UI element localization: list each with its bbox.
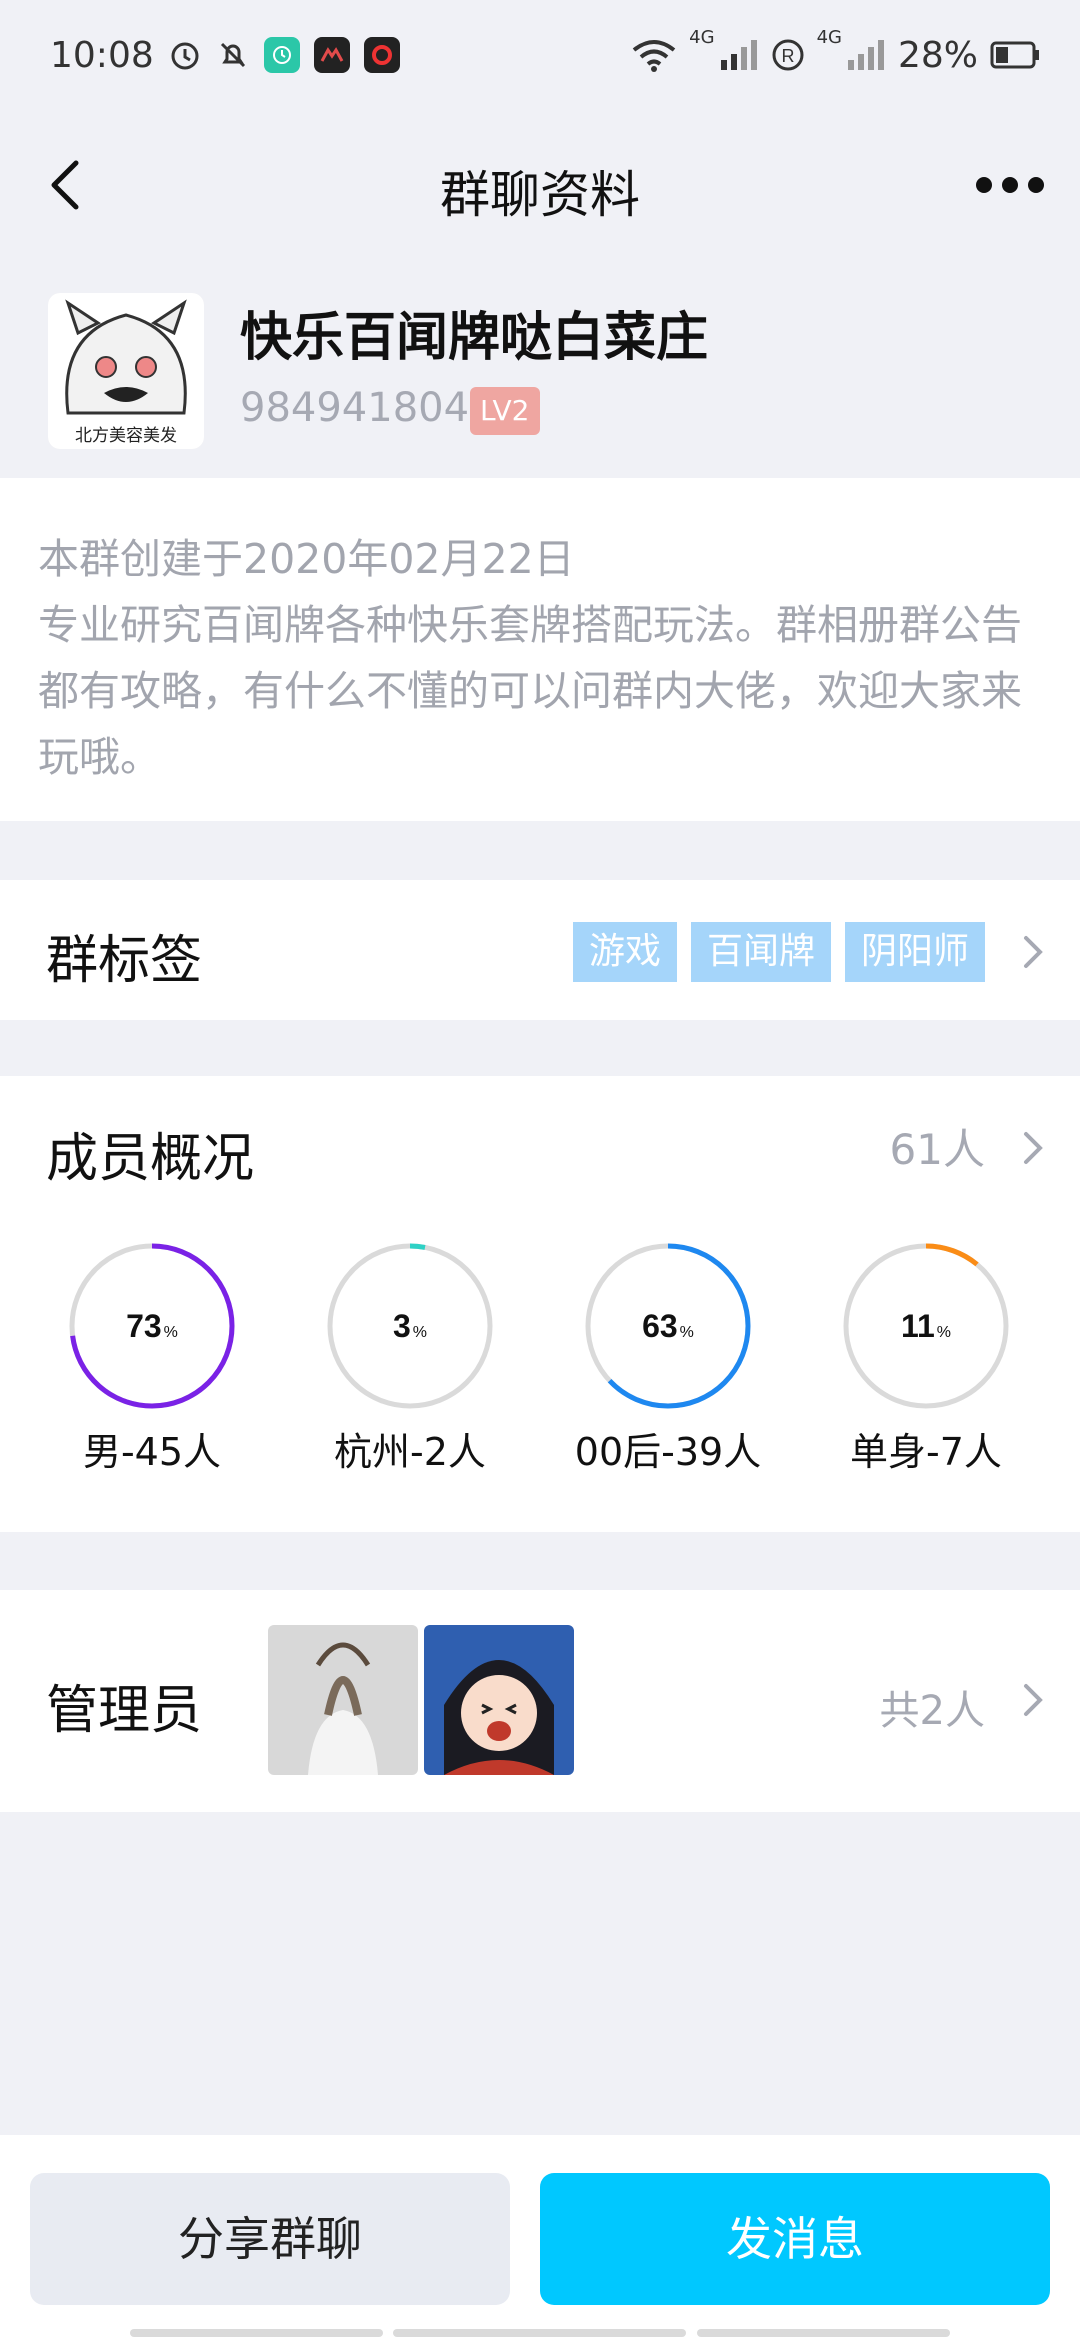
more-options-button[interactable] [970,165,1050,205]
app-notification-icon [263,37,300,73]
tag-chip: 阴阳师 [844,922,985,982]
chevron-right-icon [1024,1684,1043,1716]
network-type-1: 4G [689,26,715,48]
member-stat-single: 11% 单身-7人 [796,1241,1056,1476]
progress-ring: 11% [843,1243,1009,1409]
chevron-right-icon [1024,1132,1043,1164]
group-avatar-image: 北方美容美发 [48,293,204,449]
group-tags-row[interactable]: 群标签 游戏 百闻牌 阴阳师 [0,880,1080,1020]
ring-label: 男-45人 [82,1430,222,1474]
tag-list: 游戏 百闻牌 阴阳师 [572,922,985,982]
progress-ring: 63% [585,1243,751,1409]
group-intro-text: 本群创建于2020年02月22日 专业研究百闻牌各种快乐套牌搭配玩法。群相册群公… [38,526,1050,790]
progress-ring: 3% [327,1243,493,1409]
network-type-2: 4G [816,26,842,48]
group-created-date: 本群创建于2020年02月22日 [38,535,575,583]
level-badge: LV2 [470,387,540,435]
ring-label: 单身-7人 [850,1430,1002,1474]
ring-percent: 11% [901,1308,951,1344]
ring-label: 00后-39人 [574,1430,762,1474]
ring-percent: 63% [642,1308,694,1344]
battery-percent: 28% [897,34,978,76]
navigation-bar: 群聊资料 [0,110,1080,260]
admins-title: 管理员 [46,1681,203,1741]
mute-bell-icon [220,42,245,68]
battery-icon [990,41,1039,69]
admin-avatar[interactable] [268,1625,418,1775]
member-stat-city: 3% 杭州-2人 [280,1241,540,1476]
group-description: 专业研究百闻牌各种快乐套牌搭配玩法。群相册群公告都有攻略，有什么不懂的可以问群内… [38,601,1022,781]
tag-chip: 游戏 [572,922,677,982]
group-id[interactable]: 984941804 [240,385,469,431]
members-overview-card[interactable]: 成员概况 61人 73% 男-45人 3% 杭州-2人 63% 00后-39人 11%… [0,1076,1080,1532]
nav-gesture-bar[interactable] [130,2329,383,2337]
signal-icon [720,40,757,70]
chevron-right-icon [1024,936,1043,968]
member-stat-age: 63% 00后-39人 [538,1241,798,1476]
status-bar: 10:08 4G R 4G 28% [0,0,1080,110]
svg-text:R: R [781,46,794,66]
ring-percent: 3% [393,1308,427,1344]
member-count: 61人 [889,1125,985,1174]
nav-gesture-bar[interactable] [393,2329,686,2337]
member-stat-gender: 73% 男-45人 [22,1241,282,1476]
group-intro-card: 本群创建于2020年02月22日 专业研究百闻牌各种快乐套牌搭配玩法。群相册群公… [0,478,1080,821]
ring-percent: 73% [126,1308,178,1344]
app-notification-icon [363,37,400,73]
nav-gesture-bar[interactable] [697,2329,950,2337]
tag-chip: 百闻牌 [690,922,831,982]
page-title: 群聊资料 [440,166,640,224]
clock-time: 10:08 [50,34,154,76]
group-tags-title: 群标签 [46,931,203,991]
wifi-icon [632,40,676,72]
admin-avatar[interactable] [424,1625,574,1775]
progress-ring: 73% [69,1243,235,1409]
group-header: 北方美容美发 快乐百闻牌哒白菜庄 984941804 LV2 [0,275,1080,475]
share-group-button[interactable]: 分享群聊 [30,2173,510,2305]
members-title: 成员概况 [46,1129,255,1189]
ring-label: 杭州-2人 [334,1430,486,1474]
group-avatar[interactable]: 北方美容美发 [48,293,204,449]
group-name: 快乐百闻牌哒白菜庄 [240,308,709,368]
app-notification-icon [313,37,350,73]
avatar-caption: 北方美容美发 [75,426,177,446]
send-message-button[interactable]: 发消息 [540,2173,1050,2305]
admins-row[interactable]: 管理员 共2人 [0,1590,1080,1812]
more-dots-icon [976,177,992,193]
signal-icon [847,40,884,70]
roaming-icon: R [772,39,804,71]
alarm-icon [171,42,199,70]
bottom-action-bar: 分享群聊 发消息 [0,2135,1080,2340]
admin-count: 共2人 [879,1688,985,1734]
